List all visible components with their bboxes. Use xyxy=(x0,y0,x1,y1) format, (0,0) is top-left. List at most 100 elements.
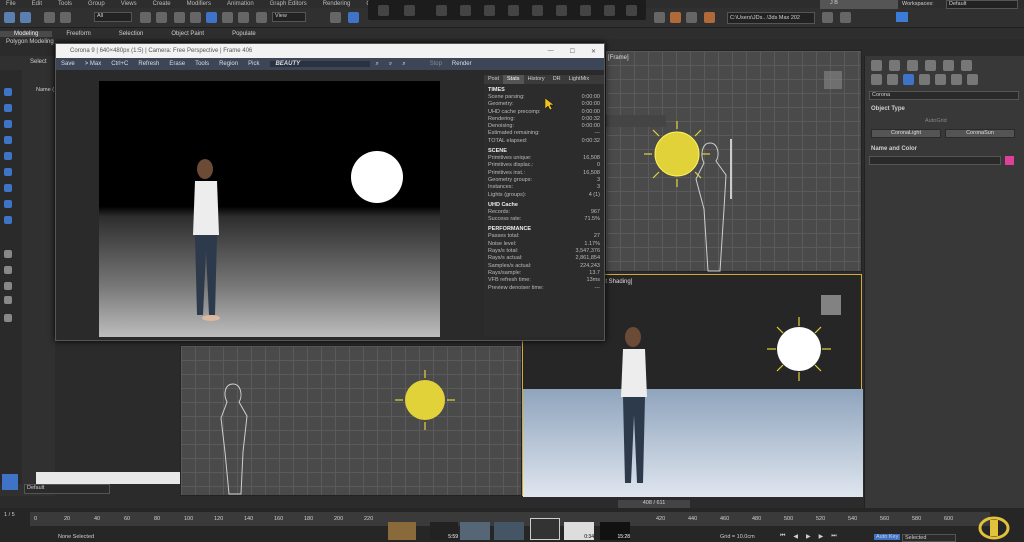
filter-groups-icon[interactable] xyxy=(4,184,12,192)
vfb-toolbar-button[interactable]: Pick xyxy=(243,61,264,67)
ribbon-tab[interactable]: Object Paint xyxy=(157,31,218,37)
create-tab-icon[interactable] xyxy=(871,60,882,71)
auto-key-button[interactable]: Auto Key xyxy=(874,534,901,540)
filter-bones-icon[interactable] xyxy=(4,216,12,224)
menu-item[interactable]: Group xyxy=(88,1,105,7)
placement-icon[interactable] xyxy=(256,12,267,23)
viewport-left[interactable] xyxy=(180,345,522,496)
corona-sun-button[interactable]: CoronaSun xyxy=(945,129,1015,138)
render-icon[interactable] xyxy=(704,12,715,23)
corona-sun-gizmo-persp[interactable] xyxy=(765,315,833,383)
wireframe-figure-front[interactable] xyxy=(680,139,740,273)
object-name-field[interactable] xyxy=(869,156,1001,165)
vfb-toolbar-button[interactable]: Save xyxy=(56,61,80,67)
name-column-header[interactable]: Name ( xyxy=(36,87,54,93)
filter-geometry-icon[interactable] xyxy=(4,88,12,96)
vfb-toolbar-button[interactable]: Erase xyxy=(164,61,190,67)
vfb-tab[interactable]: DR xyxy=(549,75,565,84)
display-none-icon[interactable] xyxy=(4,266,12,274)
ribbon-tab[interactable]: Modeling xyxy=(0,30,53,37)
menu-item[interactable]: Views xyxy=(121,1,137,7)
menu-item[interactable]: Animation xyxy=(227,1,254,7)
frame-counter[interactable]: 408 / 611 xyxy=(618,500,690,508)
rotate-icon[interactable] xyxy=(222,12,233,23)
ref-coord-dropdown[interactable]: View xyxy=(272,12,306,22)
invert-display-icon[interactable] xyxy=(4,282,12,290)
options-icon[interactable] xyxy=(4,314,12,322)
zoom-fit-icon[interactable]: ⌕ xyxy=(384,61,397,68)
move-icon[interactable] xyxy=(206,12,217,23)
menu-item[interactable]: Modifiers xyxy=(187,1,211,7)
viewcube-icon[interactable] xyxy=(824,71,842,89)
go-start-icon[interactable]: ⏮ xyxy=(780,533,785,542)
object-type-rollout[interactable]: Object Type xyxy=(871,106,905,112)
video-thumb[interactable]: 5:59 xyxy=(430,522,458,540)
viewport-front[interactable]: [Frame] xyxy=(605,50,862,272)
corona-light-button[interactable]: CoronaLight xyxy=(871,129,941,138)
pivot-icon[interactable] xyxy=(330,12,341,23)
filter-xrefs-icon[interactable] xyxy=(4,200,12,208)
camera-icon[interactable] xyxy=(378,5,389,16)
menu-item[interactable]: Rendering xyxy=(323,1,351,7)
vfb-toolbar-button[interactable]: Tools xyxy=(190,61,214,67)
render-button[interactable]: Render xyxy=(447,61,477,67)
workspace-dropdown[interactable]: Default xyxy=(946,0,1018,9)
rectangular-selection-icon[interactable] xyxy=(174,12,185,23)
wireframe-figure-side[interactable] xyxy=(211,382,261,496)
maximize-icon[interactable]: ☐ xyxy=(570,48,575,55)
ribbon-tab[interactable]: Freeform xyxy=(52,31,104,37)
minimize-icon[interactable]: — xyxy=(548,48,554,55)
vfb-channel-dropdown[interactable]: BEAUTY xyxy=(270,61,371,67)
select-label[interactable]: Select xyxy=(30,59,47,65)
material-editor-icon[interactable] xyxy=(654,12,665,23)
hierarchy-tab-icon[interactable] xyxy=(907,60,918,71)
menu-item[interactable]: Create xyxy=(153,1,171,7)
undo-icon[interactable] xyxy=(4,12,15,23)
menu-item[interactable]: Tools xyxy=(58,1,72,7)
utilities-tab-icon[interactable] xyxy=(961,60,972,71)
display-all-icon[interactable] xyxy=(4,250,12,258)
redo-icon[interactable] xyxy=(20,12,31,23)
viewcube-icon[interactable] xyxy=(821,295,841,315)
rotate-view-icon[interactable] xyxy=(484,5,495,16)
more-icon[interactable] xyxy=(626,5,637,16)
viewport-front-label[interactable]: [Frame] xyxy=(608,55,629,61)
crop-icon[interactable] xyxy=(508,5,519,16)
vfb-tab[interactable]: Post xyxy=(484,75,503,84)
unlink-icon[interactable] xyxy=(60,12,71,23)
counter-badge[interactable] xyxy=(896,12,908,22)
name-color-rollout[interactable]: Name and Color xyxy=(871,146,917,152)
layer-explorer-icon[interactable] xyxy=(2,474,18,490)
key-filter-dropdown[interactable]: Selected xyxy=(902,534,956,542)
play-icon[interactable]: ▶ xyxy=(806,533,811,542)
layer-dropdown[interactable]: Default xyxy=(24,484,110,494)
filter-lights-icon[interactable] xyxy=(4,120,12,128)
select-object-icon[interactable] xyxy=(140,12,151,23)
favorite-icon[interactable] xyxy=(580,5,591,16)
window-crossing-icon[interactable] xyxy=(190,12,201,23)
filter-cameras-icon[interactable] xyxy=(4,136,12,144)
zoom-in-icon[interactable] xyxy=(436,5,447,16)
rendered-frame-icon[interactable] xyxy=(686,12,697,23)
prev-frame-icon[interactable]: ◀ xyxy=(793,533,798,542)
vfb-tab[interactable]: History xyxy=(524,75,549,84)
vfb-toolbar-button[interactable]: Refresh xyxy=(133,61,164,67)
select-manipulate-icon[interactable] xyxy=(348,12,359,23)
systems-icon[interactable] xyxy=(967,74,978,85)
folder-icon[interactable] xyxy=(822,12,833,23)
link-icon[interactable] xyxy=(44,12,55,23)
display-tab-icon[interactable] xyxy=(943,60,954,71)
selection-filter[interactable]: All xyxy=(94,12,132,22)
cameras-icon[interactable] xyxy=(919,74,930,85)
lights-icon[interactable] xyxy=(903,74,914,85)
delete-icon[interactable] xyxy=(556,5,567,16)
video-thumb[interactable] xyxy=(460,522,490,540)
character-model[interactable] xyxy=(611,323,659,493)
go-end-icon[interactable]: ⏭ xyxy=(831,533,836,542)
light-type-dropdown[interactable]: Corona xyxy=(869,91,1019,100)
video-thumb[interactable]: 15:28 xyxy=(600,522,630,540)
filter-icon[interactable] xyxy=(4,296,12,304)
menu-item[interactable]: File xyxy=(6,1,16,7)
render-setup-icon[interactable] xyxy=(670,12,681,23)
zoom-icon[interactable]: ⌕ xyxy=(370,61,383,68)
